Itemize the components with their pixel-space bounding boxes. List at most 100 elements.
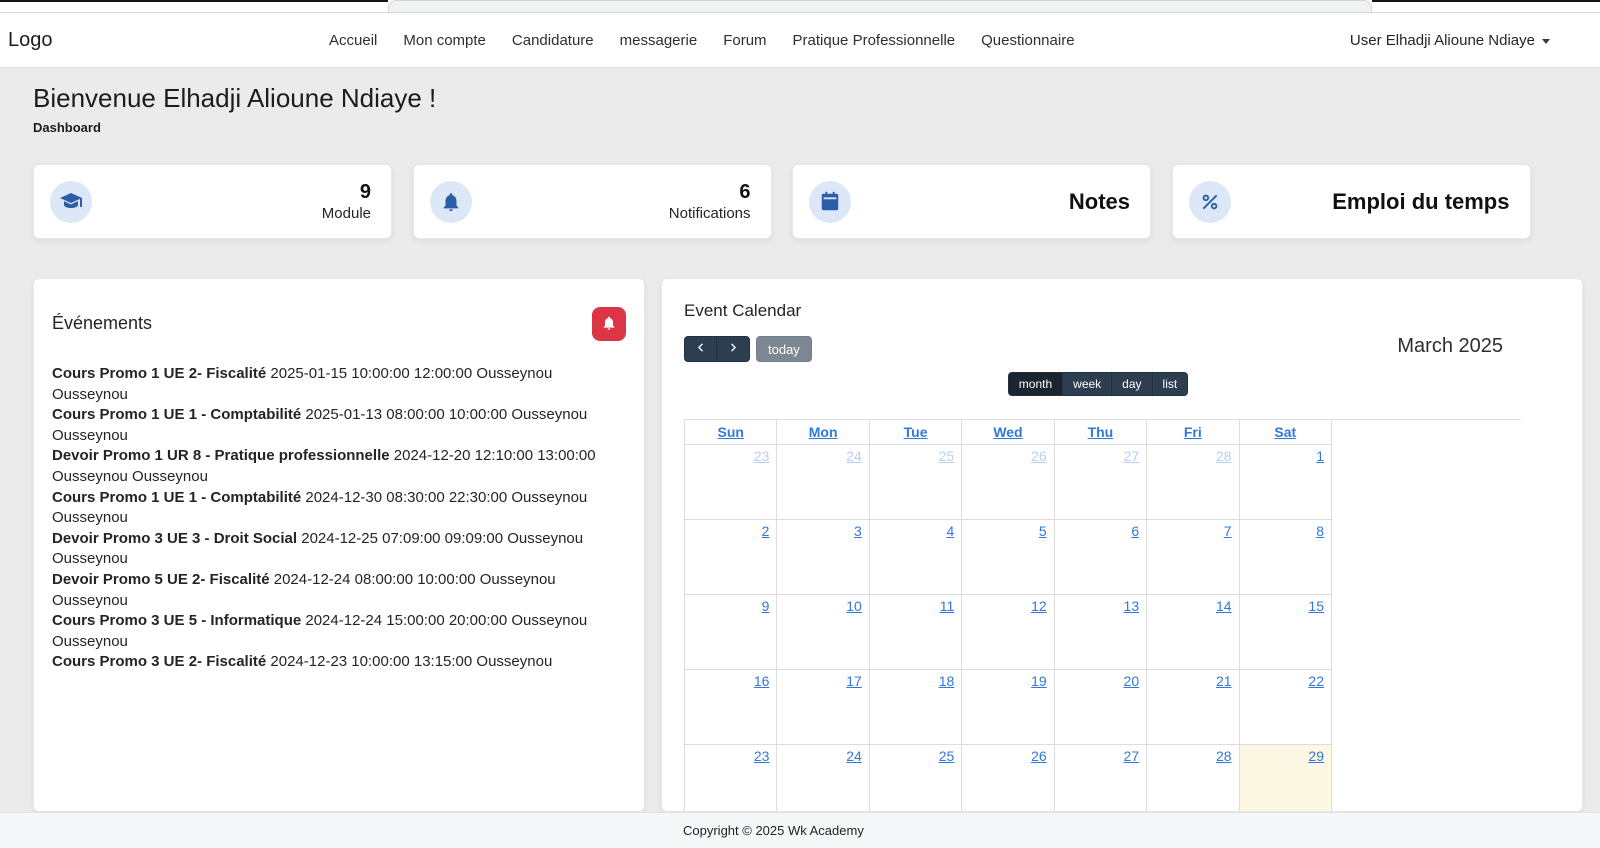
- calendar-date-link[interactable]: 15: [1308, 598, 1324, 614]
- event-list: Cours Promo 1 UE 2- Fiscalité 2025-01-15…: [52, 364, 626, 675]
- nav-links: Accueil Mon compte Candidature messagerie Fo…: [329, 13, 1075, 68]
- nav-link-accueil[interactable]: Accueil: [329, 32, 377, 49]
- day-header-sun[interactable]: Sun: [717, 424, 743, 440]
- stat-title: Emploi du temps: [1332, 188, 1510, 214]
- day-header-tue[interactable]: Tue: [904, 424, 928, 440]
- calendar-date-link[interactable]: 22: [1308, 673, 1324, 689]
- calendar-view-day-button[interactable]: day: [1112, 372, 1153, 396]
- breadcrumb: Dashboard: [33, 120, 101, 135]
- calendar-day-cell: 29: [1238, 744, 1333, 811]
- calendar-today-button[interactable]: today: [756, 336, 812, 362]
- calendar-day-cell: 27: [1053, 444, 1148, 520]
- nav-link-questionnaire[interactable]: Questionnaire: [981, 32, 1074, 49]
- stat-card-emploi-du-temps[interactable]: Emploi du temps: [1171, 164, 1531, 239]
- calendar-date-link[interactable]: 24: [846, 748, 862, 764]
- events-panel: Événements Cours Promo 1 UE 2- Fiscalité…: [33, 278, 645, 812]
- calendar-panel-title: Event Calendar: [684, 301, 802, 320]
- calendar-date-link[interactable]: 16: [754, 673, 770, 689]
- calendar-date-link[interactable]: 3: [854, 523, 862, 539]
- calendar-day-header-cell: Mon: [776, 419, 870, 445]
- calendar-date-link[interactable]: 26: [1031, 448, 1047, 464]
- stat-card-text: Emploi du temps: [1332, 189, 1509, 215]
- dashboard-page: Logo Accueil Mon compte Candidature message…: [0, 0, 1600, 848]
- calendar-day-cell: 21: [1146, 669, 1240, 745]
- nav-link-mon-compte[interactable]: Mon compte: [403, 32, 486, 49]
- calendar-date-link[interactable]: 17: [846, 673, 862, 689]
- day-header-wed[interactable]: Wed: [993, 424, 1022, 440]
- calendar-prev-button[interactable]: [684, 336, 717, 362]
- calendar-day-cell: 26: [961, 744, 1055, 811]
- calendar-date-link[interactable]: 26: [1031, 748, 1047, 764]
- calendar-day-cell: 23: [683, 444, 778, 520]
- event-item: Cours Promo 1 UE 1 - Comptabilité 2025-0…: [52, 405, 626, 446]
- logo[interactable]: Logo: [8, 13, 53, 68]
- event-name: Cours Promo 3 UE 2- Fiscalité: [52, 653, 267, 671]
- calendar-date-link[interactable]: 13: [1124, 598, 1140, 614]
- calendar-date-link[interactable]: 5: [1039, 523, 1047, 539]
- calendar-next-button[interactable]: [717, 336, 750, 362]
- user-menu-dropdown[interactable]: User Elhadji Alioune Ndiaye: [1350, 13, 1550, 68]
- calendar-month-title: March 2025: [1397, 335, 1503, 357]
- calendar-date-link[interactable]: 8: [1316, 523, 1324, 539]
- calendar-date-link[interactable]: 2: [762, 523, 770, 539]
- chevron-right-icon: [727, 341, 740, 357]
- calendar-date-link[interactable]: 10: [846, 598, 862, 614]
- calendar-date-link[interactable]: 25: [939, 748, 955, 764]
- calendar-day-cell: 24: [776, 744, 870, 811]
- events-notifications-button[interactable]: [592, 307, 626, 341]
- calendar-date-link[interactable]: 19: [1031, 673, 1047, 689]
- stat-card-text: 6 Notifications: [669, 180, 751, 223]
- calendar-day-cell: 7: [1146, 519, 1240, 595]
- calendar-date-link[interactable]: 23: [754, 448, 770, 464]
- nav-link-forum[interactable]: Forum: [723, 32, 766, 49]
- nav-link-pratique-professionnelle[interactable]: Pratique Professionnelle: [793, 32, 956, 49]
- stat-title: Notes: [1068, 188, 1130, 214]
- calendar-date-link[interactable]: 28: [1216, 448, 1232, 464]
- calendar-date-link[interactable]: 25: [939, 448, 955, 464]
- calendar-date-link[interactable]: 18: [939, 673, 955, 689]
- calendar-date-link[interactable]: 12: [1031, 598, 1047, 614]
- calendar-week-row: 16 17 18 19 20 21 22: [683, 669, 1333, 745]
- calendar-grid-wrap: Sun Mon Tue Wed Thu Fri Sat 23 24 25 26 27 28 1 2 3 4 5 6…: [683, 419, 1560, 811]
- calendar-day-cell: 25: [868, 444, 963, 520]
- calendar-date-link[interactable]: 4: [946, 523, 954, 539]
- calendar-day-header-row: Sun Mon Tue Wed Thu Fri Sat: [683, 419, 1333, 445]
- day-header-sat[interactable]: Sat: [1274, 424, 1296, 440]
- day-header-mon[interactable]: Mon: [809, 424, 838, 440]
- event-name: Devoir Promo 1 UR 8 - Pratique professio…: [52, 447, 390, 465]
- calendar-date-link[interactable]: 21: [1216, 673, 1232, 689]
- browser-tab-remnant: [388, 0, 1372, 12]
- calendar-day-cell: 19: [961, 669, 1055, 745]
- calendar-date-link[interactable]: 11: [940, 598, 955, 614]
- chevron-left-icon: [694, 341, 707, 357]
- calendar-date-link[interactable]: 14: [1216, 598, 1232, 614]
- stat-label: Notifications: [668, 205, 751, 222]
- calendar-day-cell: 17: [776, 669, 870, 745]
- calendar-view-week-button[interactable]: week: [1063, 372, 1113, 396]
- nav-link-messagerie[interactable]: messagerie: [620, 32, 698, 49]
- calendar-week-row: 23 24 25 26 27 28 29: [683, 744, 1333, 811]
- calendar-view-month-button[interactable]: month: [1007, 372, 1064, 396]
- calendar-date-link[interactable]: 20: [1124, 673, 1140, 689]
- calendar-view-list-button[interactable]: list: [1152, 372, 1189, 396]
- day-header-fri[interactable]: Fri: [1184, 424, 1202, 440]
- event-name: Devoir Promo 5 UE 2- Fiscalité: [52, 570, 270, 588]
- calendar-grid-topline: [684, 419, 1521, 420]
- calendar-date-link[interactable]: 23: [754, 748, 770, 764]
- calendar-date-link[interactable]: 9: [762, 598, 770, 614]
- calendar-date-link[interactable]: 7: [1224, 523, 1232, 539]
- calendar-date-link[interactable]: 29: [1308, 748, 1324, 764]
- stat-card-notifications: 6 Notifications: [412, 164, 772, 239]
- stat-label: Module: [321, 205, 371, 222]
- nav-link-candidature[interactable]: Candidature: [512, 32, 594, 49]
- calendar-day-cell: 13: [1053, 594, 1148, 670]
- calendar-date-link[interactable]: 1: [1316, 448, 1324, 464]
- day-header-thu[interactable]: Thu: [1088, 424, 1114, 440]
- calendar-date-link[interactable]: 6: [1131, 523, 1139, 539]
- calendar-date-link[interactable]: 28: [1216, 748, 1232, 764]
- calendar-day-cell: 18: [868, 669, 963, 745]
- stat-card-notes[interactable]: Notes: [792, 164, 1151, 239]
- calendar-date-link[interactable]: 27: [1124, 748, 1140, 764]
- calendar-date-link[interactable]: 27: [1124, 448, 1140, 464]
- calendar-date-link[interactable]: 24: [846, 448, 862, 464]
